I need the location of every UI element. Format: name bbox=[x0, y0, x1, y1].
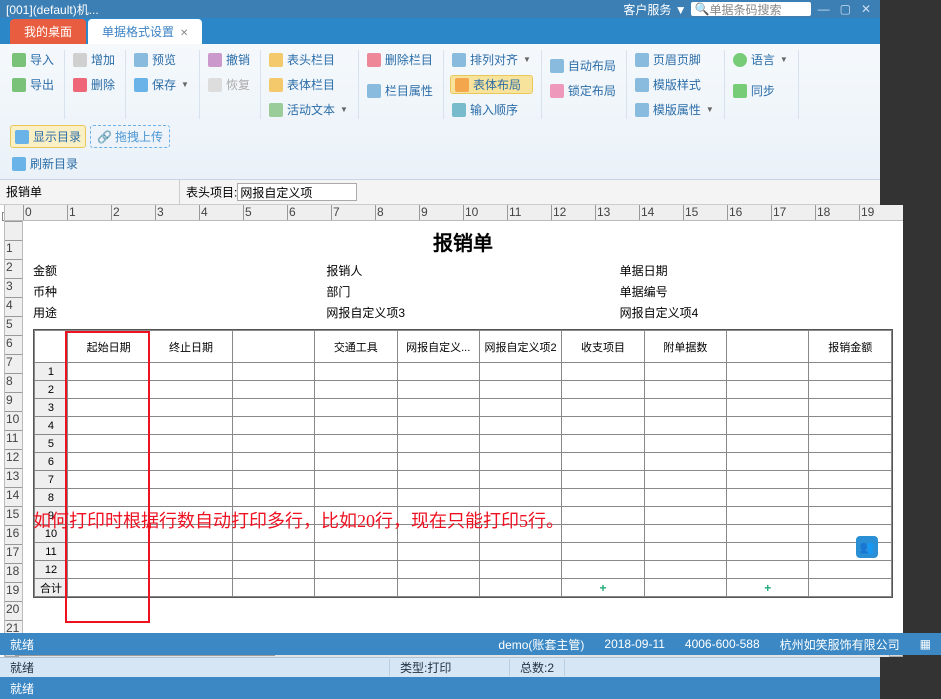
tpl-style-button[interactable]: 模版样式 bbox=[633, 75, 716, 94]
body-layout-button[interactable]: 表体布局 bbox=[450, 75, 533, 94]
barcode-search[interactable]: 单据条码搜索 bbox=[710, 1, 782, 18]
status-bar: 就绪 类型:打印 总数:2 bbox=[0, 657, 880, 677]
col-attr-button[interactable]: 栏目属性 bbox=[365, 81, 435, 100]
tab-desktop[interactable]: 我的桌面 bbox=[10, 19, 86, 44]
qr-icon[interactable]: ▦ bbox=[910, 637, 941, 651]
drag-upload-badge[interactable]: 🔗拖拽上传 bbox=[90, 125, 170, 148]
service-dropdown[interactable]: 客户服务 ▼ bbox=[623, 1, 686, 18]
redo-button[interactable]: 恢复 bbox=[206, 75, 252, 94]
horizontal-ruler: 012345678910111213141516171819 bbox=[5, 205, 903, 221]
header-fields: 金额报销人单据日期 币种部门单据编号 用途网报自定义项3网报自定义项4 bbox=[33, 262, 893, 321]
body-grid[interactable]: 起始日期终止日期交通工具网报自定义...网报自定义项2收支项目附单据数报销金额1… bbox=[33, 329, 893, 598]
title-welcome: [001](default)机... bbox=[6, 1, 99, 18]
search-icon: 🔍 bbox=[695, 2, 710, 16]
show-toc-button[interactable]: 显示目录 bbox=[10, 125, 86, 148]
doc-title: 报销单 bbox=[33, 225, 893, 262]
minimize-icon[interactable]: — bbox=[815, 2, 833, 16]
refresh-toc-button[interactable]: 刷新目录 bbox=[10, 154, 170, 173]
import-button[interactable]: 导入 bbox=[10, 50, 56, 69]
delete-button[interactable]: 删除 bbox=[71, 75, 117, 94]
header-col-button[interactable]: 表头栏目 bbox=[267, 50, 350, 69]
input-order-button[interactable]: 输入顺序 bbox=[450, 100, 533, 119]
title-bar: [001](default)机... 客户服务 ▼ 🔍单据条码搜索 — ▢ ✕ bbox=[0, 0, 880, 18]
add-button[interactable]: 增加 bbox=[71, 50, 117, 69]
tpl-attr-button[interactable]: 模版属性▼ bbox=[633, 100, 716, 119]
body-col-button[interactable]: 表体栏目 bbox=[267, 75, 350, 94]
lock-layout-button[interactable]: 锁定布局 bbox=[548, 81, 618, 100]
maximize-icon[interactable]: ▢ bbox=[837, 2, 854, 16]
lang-button[interactable]: 语言▼ bbox=[731, 50, 790, 69]
template-name: 报销单 bbox=[0, 180, 180, 204]
help-float-icon[interactable]: 👥 bbox=[856, 536, 878, 558]
export-button[interactable]: 导出 bbox=[10, 75, 56, 94]
outer-bottom-bar: 就绪 demo(账套主管) 2018-09-11 4006-600-588 杭州… bbox=[0, 633, 941, 655]
tab-bar: 我的桌面 单据格式设置✕ bbox=[0, 18, 880, 44]
tab-form-settings[interactable]: 单据格式设置✕ bbox=[88, 19, 202, 44]
sync-button[interactable]: 同步 bbox=[731, 81, 790, 100]
save-button[interactable]: 保存▼ bbox=[132, 75, 191, 94]
design-canvas[interactable]: 报销单 金额报销人单据日期 币种部门单据编号 用途网报自定义项3网报自定义项4 … bbox=[23, 221, 903, 641]
sub-header: 报销单 表头项目: bbox=[0, 180, 880, 205]
link-icon: 🔗 bbox=[97, 130, 112, 144]
tab-close-icon[interactable]: ✕ bbox=[180, 28, 188, 39]
active-text-button[interactable]: 活动文本▼ bbox=[267, 100, 350, 119]
preview-button[interactable]: 预览 bbox=[132, 50, 191, 69]
status-ready: 就绪 bbox=[0, 659, 390, 676]
del-col-button[interactable]: 删除栏目 bbox=[365, 50, 435, 69]
app-bottom-bar: 就绪 bbox=[0, 677, 880, 699]
annotation-text: 如何打印时根据行数自动打印多行，比如20行，现在只能打印5行。 bbox=[33, 507, 893, 533]
close-icon[interactable]: ✕ bbox=[858, 2, 874, 16]
header-item-input[interactable] bbox=[237, 183, 357, 201]
ribbon-toolbar: 导入 导出 增加 删除 预览 保存▼ 撤销 恢复 表头栏目 表体栏目 活动文本▼… bbox=[0, 44, 880, 180]
status-type: 类型:打印 bbox=[390, 659, 510, 676]
bottom-ready: 就绪 bbox=[0, 680, 44, 697]
undo-button[interactable]: 撤销 bbox=[206, 50, 252, 69]
auto-layout-button[interactable]: 自动布局 bbox=[548, 56, 618, 75]
status-count: 总数:2 bbox=[510, 659, 565, 676]
align-button[interactable]: 排列对齐▼ bbox=[450, 50, 533, 69]
vertical-ruler: 123456789101112131415161718192021 bbox=[5, 221, 23, 641]
header-footer-button[interactable]: 页眉页脚 bbox=[633, 50, 716, 69]
